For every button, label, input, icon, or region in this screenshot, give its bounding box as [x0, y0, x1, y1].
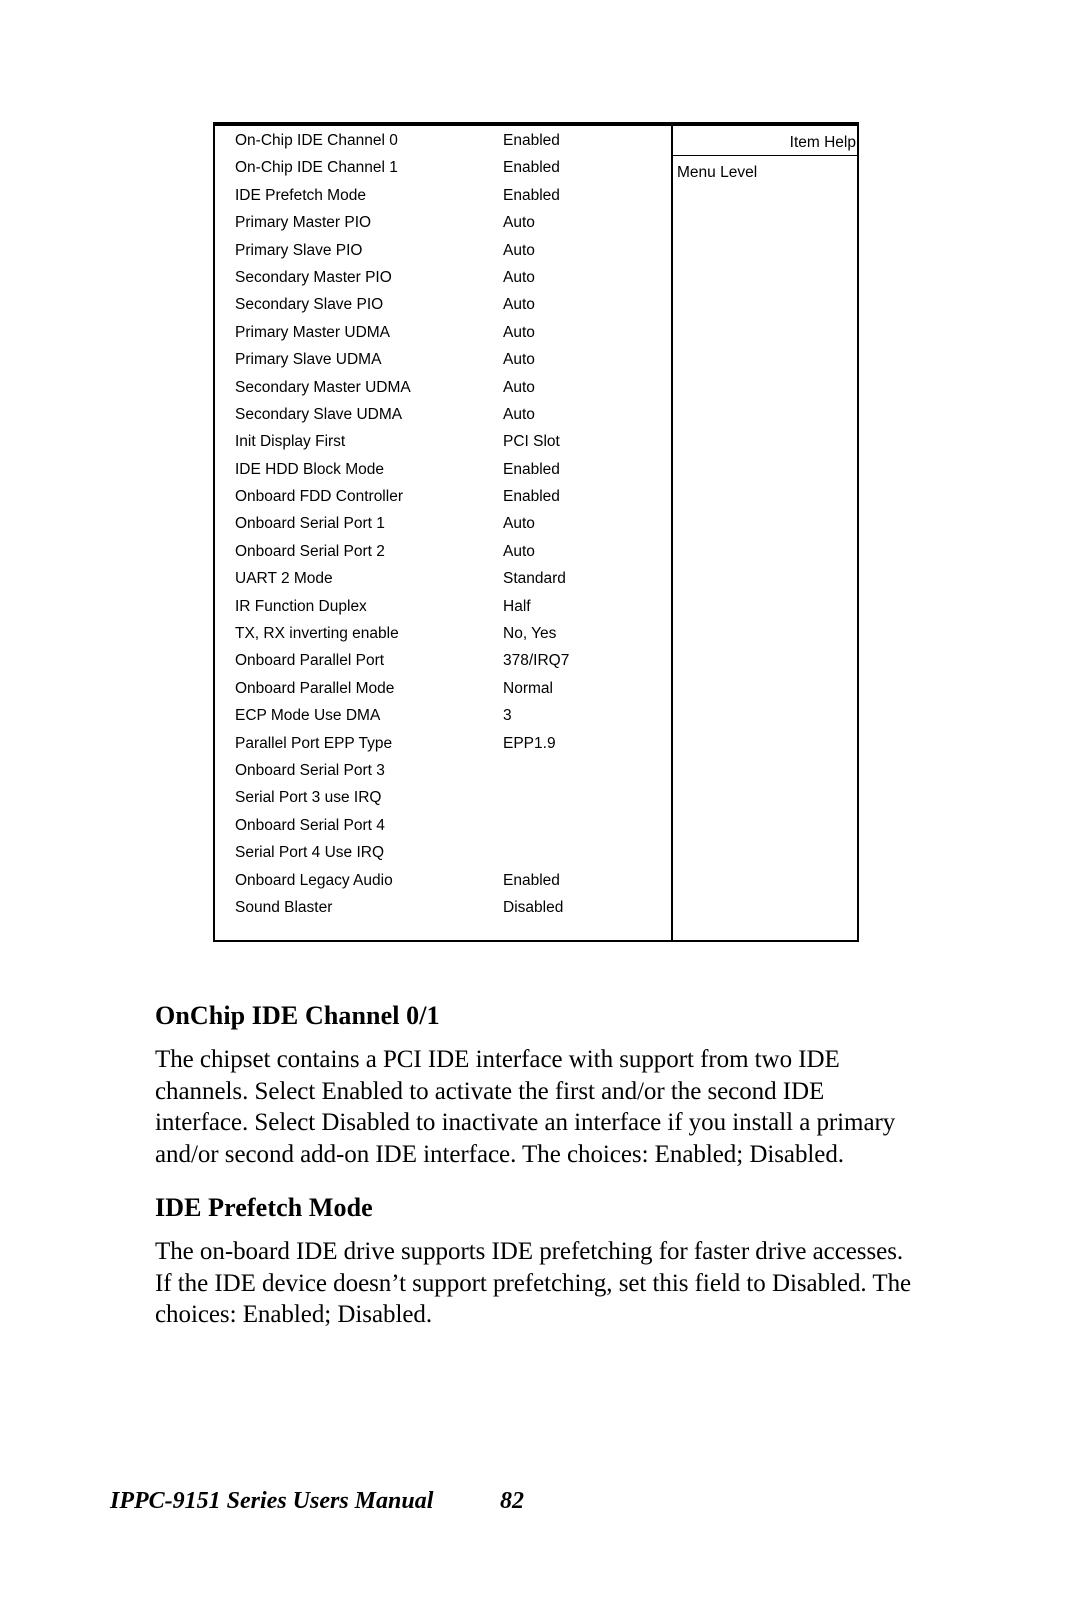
bios-setting-label: Sound Blaster — [235, 898, 333, 916]
footer-page-number: 82 — [500, 1488, 524, 1514]
bios-setting-label: Secondary Slave UDMA — [235, 405, 403, 423]
item-help-title: Item Help — [789, 134, 856, 151]
bios-setting-label: UART 2 Mode — [235, 570, 333, 588]
bios-setting-label: Secondary Slave PIO — [235, 296, 384, 314]
bios-setting-value[interactable]: Auto — [503, 242, 535, 260]
bios-setting-row[interactable]: Onboard Parallel Port 378/IRQ7 — [215, 652, 671, 679]
bios-setting-label: Serial Port 3 use IRQ — [235, 789, 382, 807]
section-body-ide-prefetch-mode: The on-board IDE drive supports IDE pref… — [155, 1238, 912, 1328]
menu-level-label: Menu Level — [677, 164, 758, 181]
bios-setting-label: IDE Prefetch Mode — [235, 186, 366, 204]
bios-setting-value[interactable]: Auto — [503, 269, 535, 287]
bios-setting-row[interactable]: IDE HDD Block Mode Enabled — [215, 461, 671, 488]
bios-setting-row[interactable]: IDE Prefetch Mode Enabled — [215, 187, 671, 214]
bios-setting-row[interactable]: Primary Master UDMA Auto — [215, 324, 671, 351]
bios-setting-value[interactable]: No, Yes — [503, 625, 556, 643]
bios-setting-value[interactable]: Enabled — [503, 187, 560, 205]
bios-setting-row[interactable]: Onboard Serial Port 3 — [215, 762, 671, 789]
bios-setting-value[interactable]: Auto — [503, 324, 535, 342]
bios-setting-row[interactable]: Primary Slave PIO Auto — [215, 242, 671, 269]
bios-setting-label: TX, RX inverting enable — [235, 625, 399, 643]
bios-setting-value[interactable]: 378/IRQ7 — [503, 652, 569, 670]
bios-setting-label: Serial Port 4 Use IRQ — [235, 844, 385, 862]
bios-setting-label: Onboard Parallel Mode — [235, 679, 395, 697]
bios-setting-row[interactable]: Init Display First PCI Slot — [215, 433, 671, 460]
item-help-panel: Item Help Menu Level — [673, 126, 857, 940]
bios-setting-label: ECP Mode Use DMA — [235, 707, 381, 725]
bios-setting-value[interactable]: Auto — [503, 214, 535, 232]
bios-setting-row[interactable]: Secondary Slave PIO Auto — [215, 296, 671, 323]
bios-setting-label: Onboard Legacy Audio — [235, 871, 393, 889]
bios-setting-row[interactable]: Onboard Legacy Audio Enabled — [215, 872, 671, 899]
bios-setting-label: Primary Slave UDMA — [235, 351, 382, 369]
bios-setting-label: Secondary Master UDMA — [235, 378, 411, 396]
bios-setting-row[interactable]: Serial Port 4 Use IRQ — [215, 844, 671, 871]
bios-setting-value[interactable]: Half — [503, 598, 531, 616]
bios-setting-value[interactable]: Normal — [503, 680, 553, 698]
bios-setting-value[interactable]: Auto — [503, 379, 535, 397]
bios-setting-value[interactable]: Enabled — [503, 461, 560, 479]
bios-setting-label: Onboard Serial Port 4 — [235, 816, 385, 834]
bios-setting-value[interactable]: Enabled — [503, 872, 560, 890]
bios-setting-row[interactable]: Onboard Parallel Mode Normal — [215, 680, 671, 707]
page-footer: IPPC-9151 Series Users Manual 82 — [110, 1488, 970, 1515]
bios-settings-column: On-Chip IDE Channel 0 Enabled On-Chip IDE … — [215, 126, 673, 940]
bios-setting-row[interactable]: Primary Slave UDMA Auto — [215, 351, 671, 378]
bios-setting-label: IR Function Duplex — [235, 597, 367, 615]
bios-setting-row[interactable]: Secondary Master UDMA Auto — [215, 379, 671, 406]
page-content: OnChip IDE Channel 0/1 The chipset conta… — [155, 1000, 915, 1331]
bios-table-body: On-Chip IDE Channel 0 Enabled On-Chip IDE … — [213, 126, 859, 942]
bios-setting-label: Primary Master PIO — [235, 214, 372, 232]
section-heading-ide-prefetch-mode: IDE Prefetch Mode — [155, 1193, 373, 1222]
bios-setting-label: Parallel Port EPP Type — [235, 734, 393, 752]
bios-setting-row[interactable]: Onboard Serial Port 4 — [215, 817, 671, 844]
bios-setting-label: Primary Slave PIO — [235, 241, 363, 259]
bios-setting-value[interactable]: Disabled — [503, 899, 563, 917]
bios-setting-value[interactable]: Enabled — [503, 488, 560, 506]
bios-setting-value[interactable]: Enabled — [503, 132, 560, 150]
bios-setting-value[interactable]: Auto — [503, 406, 535, 424]
bios-setting-value[interactable]: Standard — [503, 570, 566, 588]
bios-setting-row[interactable]: UART 2 Mode Standard — [215, 570, 671, 597]
bios-setting-value[interactable]: Auto — [503, 351, 535, 369]
bios-setting-row[interactable]: Primary Master PIO Auto — [215, 214, 671, 241]
bios-setting-row[interactable]: Sound Blaster Disabled — [215, 899, 671, 926]
bios-setting-label: Onboard Parallel Port — [235, 652, 385, 670]
bios-setting-label: Onboard Serial Port 2 — [235, 542, 385, 560]
bios-setting-row[interactable]: Onboard Serial Port 2 Auto — [215, 543, 671, 570]
bios-setting-row[interactable]: On-Chip IDE Channel 0 Enabled — [215, 132, 671, 159]
bios-setting-row[interactable]: Secondary Slave UDMA Auto — [215, 406, 671, 433]
bios-setting-value[interactable]: PCI Slot — [503, 433, 560, 451]
bios-setting-label: Onboard FDD Controller — [235, 488, 403, 506]
bios-setting-value[interactable]: Auto — [503, 296, 535, 314]
bios-setting-label: Init Display First — [235, 433, 346, 451]
bios-setting-value[interactable]: EPP1.9 — [503, 735, 556, 753]
bios-setting-label: Primary Master UDMA — [235, 323, 391, 341]
bios-setting-value[interactable]: Enabled — [503, 159, 560, 177]
bios-setting-row[interactable]: Onboard FDD Controller Enabled — [215, 488, 671, 515]
bios-setting-row[interactable]: TX, RX inverting enable No, Yes — [215, 625, 671, 652]
bios-setting-row[interactable]: IR Function Duplex Half — [215, 598, 671, 625]
bios-setting-row[interactable]: Onboard Serial Port 1 Auto — [215, 515, 671, 542]
bios-setting-row[interactable]: Parallel Port EPP Type EPP1.9 — [215, 735, 671, 762]
bios-setup-table: On-Chip IDE Channel 0 Enabled On-Chip IDE … — [213, 122, 859, 942]
bios-setting-row[interactable]: Secondary Master PIO Auto — [215, 269, 671, 296]
bios-setting-value[interactable]: 3 — [503, 707, 512, 725]
bios-setting-row[interactable]: Serial Port 3 use IRQ — [215, 789, 671, 816]
section-heading-onchip-ide-channel: OnChip IDE Channel 0/1 — [155, 1001, 440, 1030]
bios-setting-label: Onboard Serial Port 3 — [235, 761, 385, 779]
bios-setting-value[interactable]: Auto — [503, 515, 535, 533]
bios-setting-label: On-Chip IDE Channel 1 — [235, 159, 398, 177]
bios-setting-label: IDE HDD Block Mode — [235, 460, 385, 478]
section-body-onchip-ide-channel: The chipset contains a PCI IDE interface… — [155, 1046, 896, 1168]
bios-setting-label: Secondary Master PIO — [235, 268, 392, 286]
bios-setting-label: On-Chip IDE Channel 0 — [235, 132, 398, 149]
bios-setting-row[interactable]: On-Chip IDE Channel 1 Enabled — [215, 159, 671, 186]
bios-setting-value[interactable]: Auto — [503, 543, 535, 561]
bios-setting-label: Onboard Serial Port 1 — [235, 515, 385, 533]
bios-setting-row[interactable]: ECP Mode Use DMA 3 — [215, 707, 671, 734]
footer-manual-title: IPPC-9151 Series Users Manual — [110, 1488, 434, 1514]
